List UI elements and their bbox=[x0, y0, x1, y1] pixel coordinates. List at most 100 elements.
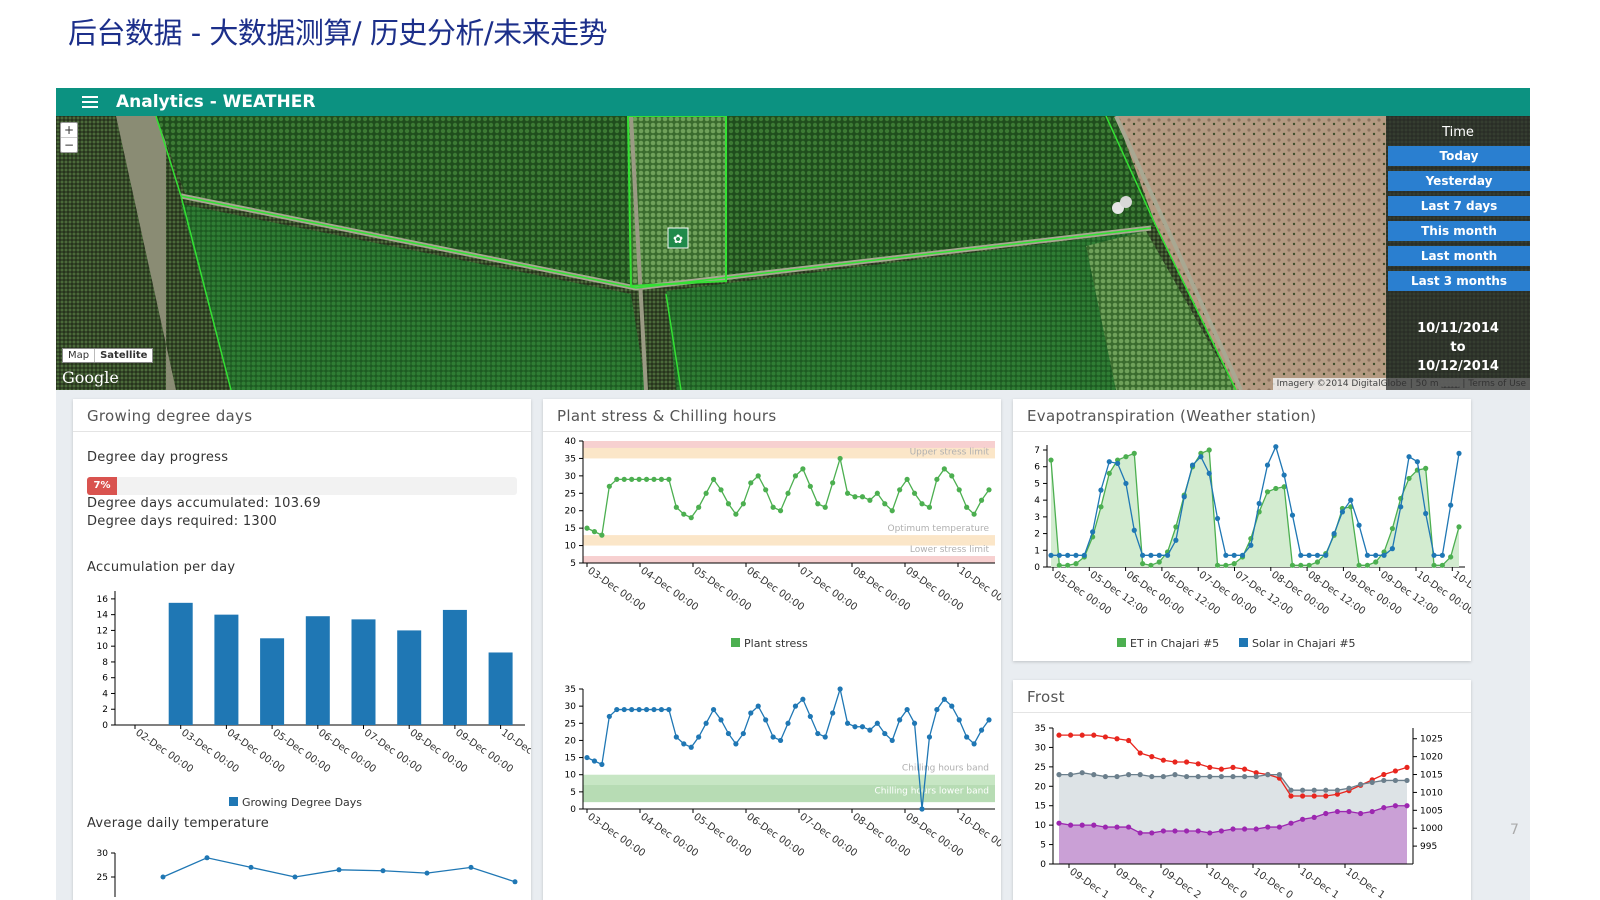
optimum-temperature-label: Optimum temperature bbox=[888, 524, 990, 534]
gdd-y-tick-label: 6 bbox=[102, 674, 108, 684]
chilling-temp-point bbox=[867, 727, 873, 733]
evap-y-tick-label: 0 bbox=[1034, 563, 1040, 573]
evap-y-tick-label: 5 bbox=[1034, 479, 1040, 489]
gdd-y-tick-label: 14 bbox=[97, 611, 109, 621]
chilling-temp-point bbox=[822, 734, 828, 740]
zoom-out-button[interactable]: − bbox=[61, 137, 77, 152]
plant-stress-point bbox=[852, 494, 858, 500]
chilling-temp-point bbox=[584, 754, 590, 761]
plant-stress-point bbox=[837, 455, 843, 462]
chill-y-tick-label: 0 bbox=[570, 805, 576, 815]
plant-stress-point bbox=[986, 487, 992, 493]
time-heading: Time bbox=[1442, 125, 1474, 140]
frost-temperature-point bbox=[1288, 787, 1294, 793]
plant-stress-point bbox=[606, 483, 612, 489]
solar-point bbox=[1264, 462, 1271, 468]
solar-point bbox=[1439, 552, 1445, 558]
time-this-month-button[interactable]: This month bbox=[1388, 221, 1530, 241]
chill-x-tick-label: 03-Dec 00:00 bbox=[585, 811, 647, 859]
satellite-map[interactable]: ✿ + − Map Satellite Google Imagery ©2014… bbox=[56, 116, 1530, 390]
date-to-word: to bbox=[1450, 340, 1466, 355]
chilling-temp-point bbox=[763, 717, 769, 723]
gdd-y-tick-label: 0 bbox=[102, 721, 108, 731]
accumulation-per-day-title: Accumulation per day bbox=[87, 560, 236, 575]
frost-temperature-point bbox=[1056, 772, 1062, 778]
solar-point bbox=[1173, 537, 1179, 543]
app-title: Analytics - WEATHER bbox=[116, 92, 316, 112]
plant-stress-point bbox=[949, 473, 955, 479]
date-range: 10/11/2014 to 10/12/2014 bbox=[1386, 319, 1530, 376]
avg-y-tick-label: 25 bbox=[97, 873, 108, 883]
chilling-temp-point bbox=[703, 720, 709, 726]
dew-point-point bbox=[1334, 808, 1340, 815]
gdd-bar bbox=[214, 614, 239, 725]
frost-temperature-point bbox=[1114, 773, 1120, 780]
stress-y-tick-label: 40 bbox=[565, 437, 577, 447]
plant-stress-point bbox=[681, 511, 687, 517]
hamburger-icon[interactable] bbox=[82, 96, 98, 108]
plant-stress-point bbox=[748, 480, 754, 486]
frost-y2-tick-label: 1000 bbox=[1420, 824, 1443, 834]
avg-temp-point bbox=[512, 879, 518, 885]
et-point bbox=[1056, 562, 1062, 568]
degree-day-progress-bar: 7% bbox=[87, 477, 517, 495]
time-last-month-button[interactable]: Last month bbox=[1388, 246, 1530, 266]
chill-x-tick-label: 08-Dec 00:00 bbox=[850, 811, 912, 859]
plant-stress-point bbox=[874, 490, 880, 496]
plant-stress-point bbox=[934, 476, 940, 482]
solar-point bbox=[1414, 459, 1420, 465]
map-type-satellite-button[interactable]: Satellite bbox=[94, 349, 152, 362]
chilling-temp-point bbox=[934, 706, 940, 713]
solar-point bbox=[1139, 552, 1146, 558]
frost-temperature-point bbox=[1195, 773, 1201, 780]
dew-point-point bbox=[1056, 820, 1062, 826]
time-last-7-days-button[interactable]: Last 7 days bbox=[1388, 196, 1530, 216]
stress-x-tick-label: 08-Dec 00:00 bbox=[850, 565, 912, 613]
dew-point-point bbox=[1242, 826, 1248, 832]
plant-stress-chart: Upper stress limit Optimum temperature Low… bbox=[565, 437, 1001, 650]
plant-stress-point bbox=[785, 490, 791, 496]
slide-title: 后台数据 - 大数据测算/ 历史分析/未来走势 bbox=[68, 16, 608, 50]
frost-x-tick-label: 10-Dec 0 bbox=[1205, 866, 1248, 900]
plant-stress-point bbox=[703, 490, 709, 496]
degree-days-accumulated: Degree days accumulated: 103.69 bbox=[87, 496, 321, 511]
chilling-band-label: Chilling hours band bbox=[902, 764, 989, 774]
chilling-temp-point bbox=[740, 730, 746, 737]
gdd-y-tick-label: 16 bbox=[97, 595, 109, 605]
solar-point bbox=[1156, 552, 1162, 558]
time-last-3-months-button[interactable]: Last 3 months bbox=[1388, 271, 1530, 291]
et-point bbox=[1439, 562, 1445, 568]
date-to: 10/12/2014 bbox=[1417, 359, 1499, 374]
gdd-y-tick-label: 12 bbox=[97, 626, 108, 636]
dew-point-point bbox=[1137, 830, 1143, 836]
chilling-temp-point bbox=[964, 734, 970, 740]
chilling-temp-point bbox=[710, 706, 717, 713]
dew-point-point bbox=[1323, 810, 1329, 817]
chilling-hours-chart: Chilling hours band Chilling hours lower … bbox=[565, 685, 1001, 859]
solar-point bbox=[1398, 504, 1404, 510]
pressure-point bbox=[1207, 764, 1213, 770]
frost-x-tick-label: 09-Dec 1 bbox=[1067, 866, 1110, 900]
map-type-map-button[interactable]: Map bbox=[63, 349, 94, 362]
solar-legend-swatch bbox=[1239, 638, 1248, 647]
gdd-bar bbox=[351, 619, 376, 725]
frost-y2-tick-label: 1010 bbox=[1420, 788, 1443, 798]
plant-stress-point bbox=[584, 525, 590, 531]
evap-y-tick-label: 3 bbox=[1034, 513, 1040, 523]
stress-x-tick-label: 05-Dec 00:00 bbox=[691, 565, 753, 613]
time-yesterday-button[interactable]: Yesterday bbox=[1388, 171, 1530, 191]
time-today-button[interactable]: Today bbox=[1388, 146, 1530, 166]
pressure-point bbox=[1184, 759, 1190, 765]
solar-point bbox=[1331, 530, 1337, 537]
evapotranspiration-panel: Evapotranspiration (Weather station) 0 1 2… bbox=[1013, 399, 1471, 661]
et-point bbox=[1264, 489, 1271, 495]
dew-point-point bbox=[1091, 822, 1097, 828]
frost-panel: Frost 0 5 10 15 20 25 30 35 995 1000 1005 1010 1015 1… bbox=[1013, 680, 1471, 900]
plant-stress-point bbox=[807, 483, 813, 489]
plant-stress-point bbox=[941, 466, 947, 472]
frost-y-tick-label: 20 bbox=[1035, 782, 1047, 792]
zoom-in-button[interactable]: + bbox=[61, 123, 77, 137]
pressure-point bbox=[1056, 732, 1062, 738]
plant-stress-point bbox=[956, 487, 962, 493]
plant-stress-point bbox=[591, 529, 598, 535]
